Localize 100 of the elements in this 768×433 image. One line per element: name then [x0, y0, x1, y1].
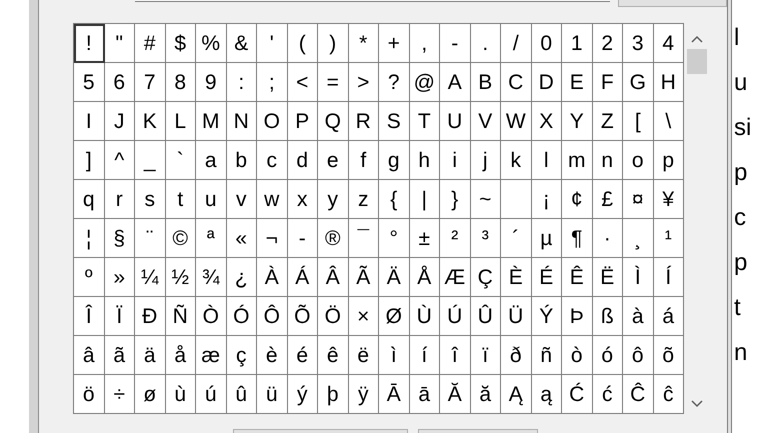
character-cell[interactable]: Ê [562, 258, 592, 297]
character-cell[interactable]: Þ [562, 297, 592, 336]
character-cell[interactable]: Ñ [166, 297, 196, 336]
character-cell[interactable]: Ì [623, 258, 654, 297]
character-cell[interactable]: ç [226, 336, 257, 375]
character-cell[interactable]: k [501, 141, 532, 180]
character-cell[interactable]: . [470, 24, 501, 63]
scroll-up-icon[interactable] [690, 35, 702, 43]
character-cell[interactable]: } [440, 180, 470, 219]
character-cell[interactable]: ¯ [348, 219, 379, 258]
character-cell[interactable]: # [135, 24, 166, 63]
character-cell[interactable]: ´ [501, 219, 532, 258]
character-cell[interactable]: Z [592, 102, 623, 141]
character-cell[interactable]: ) [318, 24, 348, 63]
character-cell[interactable]: ö [74, 375, 104, 414]
character-cell[interactable]: Ć [562, 375, 592, 414]
character-cell[interactable]: * [348, 24, 379, 63]
character-cell[interactable]: ¢ [562, 180, 592, 219]
character-cell[interactable]: % [196, 24, 226, 63]
character-cell[interactable]: µ [532, 219, 562, 258]
character-cell[interactable]: p [654, 141, 684, 180]
character-cell[interactable]: © [166, 219, 196, 258]
character-cell[interactable]: Ò [196, 297, 226, 336]
character-cell[interactable]: ú [196, 375, 226, 414]
scroll-down-icon[interactable] [690, 400, 702, 408]
character-cell[interactable]: ® [318, 219, 348, 258]
character-cell[interactable]: ( [288, 24, 318, 63]
character-cell[interactable]: ¹ [654, 219, 684, 258]
character-cell[interactable]: ÿ [348, 375, 379, 414]
character-cell[interactable]: J [104, 102, 135, 141]
character-cell[interactable]: Ã [348, 258, 379, 297]
character-cell[interactable]: ³ [470, 219, 501, 258]
character-cell[interactable]: / [501, 24, 532, 63]
character-cell[interactable]: l [532, 141, 562, 180]
character-cell[interactable]: x [288, 180, 318, 219]
character-cell[interactable]: j [470, 141, 501, 180]
character-cell[interactable]: ñ [532, 336, 562, 375]
character-cell[interactable]: r [104, 180, 135, 219]
character-cell[interactable]: õ [654, 336, 684, 375]
character-cell[interactable]: T [410, 102, 440, 141]
character-cell[interactable]: - [288, 219, 318, 258]
character-cell[interactable]: ß [592, 297, 623, 336]
character-cell[interactable]: ă [470, 375, 501, 414]
character-cell[interactable]: å [166, 336, 196, 375]
character-cell[interactable]: ª [196, 219, 226, 258]
character-cell[interactable]: E [562, 63, 592, 102]
character-cell[interactable]: Ú [440, 297, 470, 336]
character-cell[interactable]: W [501, 102, 532, 141]
character-cell[interactable]: - [440, 24, 470, 63]
character-cell[interactable]: Q [318, 102, 348, 141]
character-cell[interactable]: Ĉ [623, 375, 654, 414]
character-cell[interactable]: ¾ [196, 258, 226, 297]
character-cell[interactable]: ĉ [654, 375, 684, 414]
character-cell[interactable]: g [379, 141, 410, 180]
character-cell[interactable]: ü [257, 375, 288, 414]
character-cell[interactable]: Æ [440, 258, 470, 297]
character-cell[interactable]: ¸ [623, 219, 654, 258]
character-cell[interactable]: ô [623, 336, 654, 375]
character-cell[interactable]: G [623, 63, 654, 102]
character-cell[interactable]: [ [623, 102, 654, 141]
character-cell[interactable]: & [226, 24, 257, 63]
character-cell[interactable]: ° [379, 219, 410, 258]
character-cell[interactable]: Ô [257, 297, 288, 336]
character-cell[interactable]: ø [135, 375, 166, 414]
character-cell[interactable]: c [257, 141, 288, 180]
character-cell[interactable]: m [562, 141, 592, 180]
character-cell[interactable]: a [196, 141, 226, 180]
character-cell[interactable]: n [592, 141, 623, 180]
character-cell[interactable]: 7 [135, 63, 166, 102]
character-cell[interactable]: 5 [74, 63, 104, 102]
character-cell[interactable]: ¬ [257, 219, 288, 258]
character-cell[interactable]: ù [166, 375, 196, 414]
character-cell[interactable]: w [257, 180, 288, 219]
character-cell[interactable]: ] [74, 141, 104, 180]
character-cell[interactable]: Ą [501, 375, 532, 414]
character-cell[interactable]: R [348, 102, 379, 141]
character-cell[interactable]: » [104, 258, 135, 297]
character-cell[interactable]: ' [257, 24, 288, 63]
character-cell[interactable]: o [623, 141, 654, 180]
character-cell[interactable]: ¶ [562, 219, 592, 258]
character-cell[interactable]: | [410, 180, 440, 219]
character-cell[interactable]: È [501, 258, 532, 297]
character-cell[interactable]: Á [288, 258, 318, 297]
bottom-button[interactable] [418, 429, 538, 433]
character-cell[interactable]: Û [470, 297, 501, 336]
character-cell[interactable]: \ [654, 102, 684, 141]
character-cell[interactable]: V [470, 102, 501, 141]
character-cell[interactable]: e [318, 141, 348, 180]
character-cell[interactable]: ì [379, 336, 410, 375]
character-cell[interactable]: Ð [135, 297, 166, 336]
character-cell[interactable]: + [379, 24, 410, 63]
character-cell[interactable]: < [288, 63, 318, 102]
character-cell[interactable]: Î [74, 297, 104, 336]
character-cell[interactable]: ± [410, 219, 440, 258]
character-cell[interactable]: û [226, 375, 257, 414]
character-cell[interactable]: ¦ [74, 219, 104, 258]
character-cell[interactable]: z [348, 180, 379, 219]
character-cell[interactable]: Ö [318, 297, 348, 336]
character-cell[interactable]: Ü [501, 297, 532, 336]
character-cell[interactable]: Õ [288, 297, 318, 336]
